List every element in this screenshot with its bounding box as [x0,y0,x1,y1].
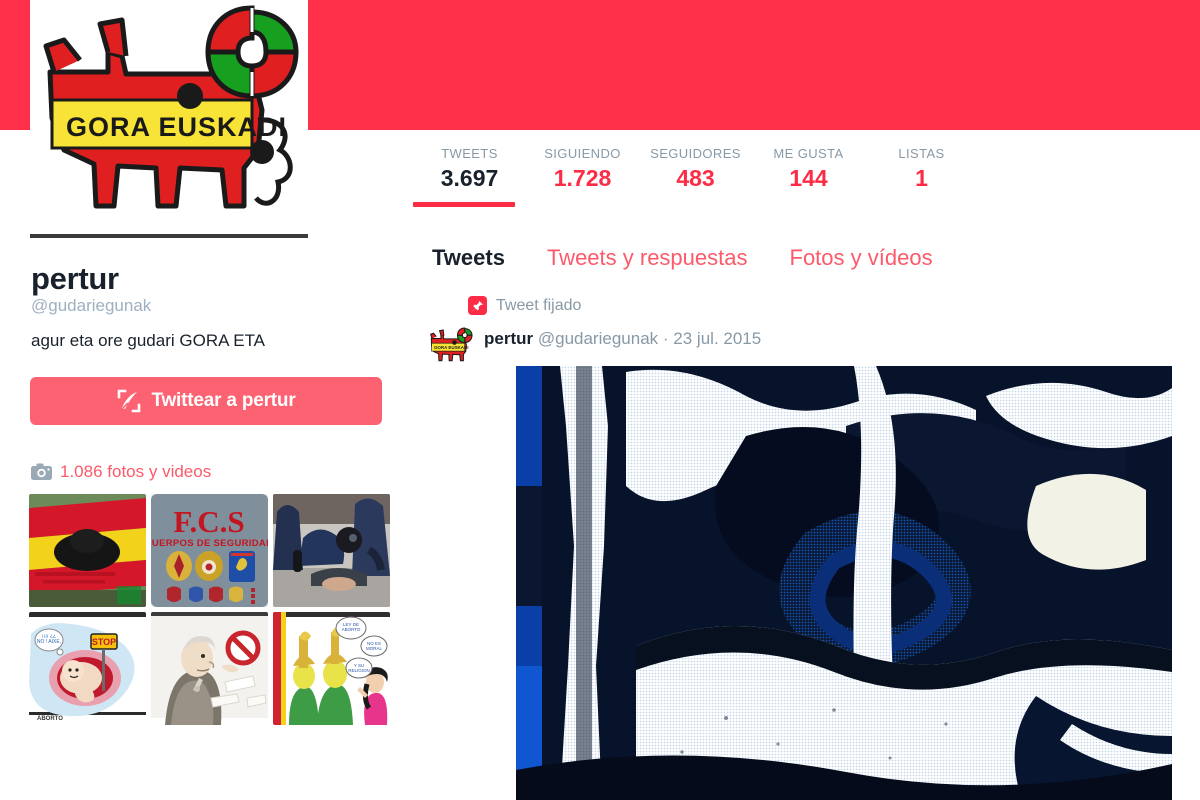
camera-icon [31,463,52,480]
stat-value: 1.728 [553,165,612,191]
page-title: pertur [31,261,119,296]
avatar[interactable]: GORA EUSKADI [30,0,308,238]
svg-text:ABORTO: ABORTO [342,627,361,632]
photo-thumb-bishop-cartoon[interactable] [151,612,268,725]
stat-seguidores[interactable]: SEGUIDORES 483 [639,146,752,192]
halftone-blue-snake-axe-emblem-icon [516,366,1172,800]
tweet-button-label: Twittear a pertur [151,390,296,411]
stat-label: SIGUIENDO [544,146,621,161]
stat-value: 3.697 [440,165,499,191]
tweet-author-name[interactable]: pertur [484,329,533,348]
twitter-profile-page: GORA EUSKADI pertur @gudariegunak agur e… [0,0,1200,800]
thumb-image [151,612,268,725]
tweet-to-user-button[interactable]: Twittear a pertur [30,377,382,425]
svg-text:CUERPOS DE SEGURIDAD: CUERPOS DE SEGURIDAD [151,538,268,549]
svg-text:F.C.S: F.C.S [173,504,244,539]
tab-tweets-y-respuestas[interactable]: Tweets y respuestas [547,245,748,271]
svg-text:MORAL: MORAL [366,646,383,651]
pinned-tweet: Tweet fijado GORA EUSKADI pertur @gudari… [428,296,1188,369]
svg-text:STOP: STOP [92,637,116,647]
stat-value: 144 [789,165,828,191]
tab-tweets[interactable]: Tweets [432,245,505,271]
stat-listas[interactable]: LISTAS 1 [865,146,978,192]
content-tabs: Tweets Tweets y respuestas Fotos y vídeo… [432,245,933,271]
tweet-meta: pertur @gudariegunak · 23 jul. 2015 [484,323,761,349]
stat-value: 1 [915,165,928,191]
tweet-date[interactable]: 23 jul. 2015 [673,329,761,348]
photo-thumb-bishops-woman-cartoon[interactable]: LEY DE ABORTO NO ES MORAL Y SU RELIGION [273,612,390,725]
profile-bio: agur eta ore gudari GORA ETA [31,331,266,350]
gora-euskadi-bull-logo-icon: GORA EUSKADI [30,0,308,234]
svg-text:GORA EUSKADI: GORA EUSKADI [66,112,287,142]
pinned-label: Tweet fijado [496,296,582,314]
stat-label: TWEETS [441,146,498,161]
active-stat-underline [413,202,515,207]
svg-text:GORA EUSKADI: GORA EUSKADI [434,345,468,350]
photos-and-videos-header[interactable]: 1.086 fotos y videos [31,462,211,482]
stat-label: LISTAS [898,146,945,161]
thumb-image: LEY DE ABORTO NO ES MORAL Y SU RELIGION [273,612,390,725]
stat-label: SEGUIDORES [650,146,741,161]
photo-grid: F.C.S CUERPOS DE SEGURIDAD STOP ¡¡¡¡ ¿¿ … [29,494,390,725]
svg-text:NO ! AIXE,: NO ! AIXE, [37,639,61,645]
tweet-media-image[interactable] [516,366,1172,800]
svg-text:RELIGION: RELIGION [348,668,370,673]
stat-label: ME GUSTA [773,146,844,161]
profile-handle: @gudariegunak [31,296,152,315]
photo-thumb-police-arrest[interactable] [273,494,390,607]
profile-stats: TWEETS 3.697 SIGUIENDO 1.728 SEGUIDORES … [413,146,978,207]
profile-sidebar: GORA EUSKADI pertur @gudariegunak agur e… [0,0,410,800]
photo-thumb-aborto-cartoon[interactable]: STOP ¡¡¡¡ ¿¿ NO ! AIXE, ABORTO [29,612,146,725]
photos-count-label: 1.086 fotos y videos [60,462,212,481]
tweet-header: GORA EUSKADI pertur @gudariegunak · 23 j… [428,323,1188,369]
pin-icon [468,296,487,315]
stat-siguiendo[interactable]: SIGUIENDO 1.728 [526,146,639,192]
photo-thumb-fcs-cuerpos-de-seguridad[interactable]: F.C.S CUERPOS DE SEGURIDAD [151,494,268,607]
tab-fotos-y-videos[interactable]: Fotos y vídeos [790,245,933,271]
photo-thumb-spanish-flag-tricorn[interactable] [29,494,146,607]
gora-euskadi-bull-logo-icon: GORA EUSKADI [428,326,474,366]
thumb-image [29,494,146,607]
stat-tweets[interactable]: TWEETS 3.697 [413,146,526,207]
thumb-image [273,494,390,607]
quill-compose-icon [118,389,141,413]
thumb-image: STOP ¡¡¡¡ ¿¿ NO ! AIXE, ABORTO [29,612,146,725]
tweet-author-avatar[interactable]: GORA EUSKADI [428,323,474,369]
stat-me-gusta[interactable]: ME GUSTA 144 [752,146,865,192]
thumb-image: F.C.S CUERPOS DE SEGURIDAD [151,494,268,607]
stat-value: 483 [676,165,715,191]
svg-text:ABORTO: ABORTO [37,716,63,722]
pinned-indicator: Tweet fijado [468,296,1188,315]
tweet-author-handle[interactable]: @gudariegunak [538,329,658,348]
tweet-separator: · [662,329,669,348]
